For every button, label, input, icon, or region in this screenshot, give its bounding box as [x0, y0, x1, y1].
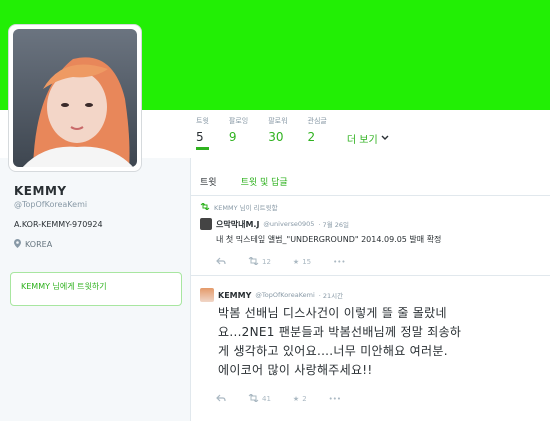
avatar-photo — [13, 29, 137, 167]
stat-value: 5 — [196, 130, 204, 144]
favorite-count: 15 — [302, 258, 312, 266]
more-button[interactable]: 더 보기 — [347, 131, 389, 146]
avatar[interactable] — [200, 218, 212, 230]
retweet-count: 41 — [262, 395, 271, 403]
favorite-count: 2 — [302, 395, 307, 403]
tweet-time[interactable]: · 7월 26일 — [318, 219, 349, 229]
location-pin-icon — [14, 239, 21, 250]
tweet-text-line: 박봄 선배님 디스사건이 이렇게 뜰 줄 몰랐네 — [218, 306, 447, 320]
stat-value: 2 — [307, 130, 316, 144]
tweet-author-name[interactable]: 으막막내M.J — [216, 219, 259, 230]
retweet-text: KEMMY 님이 리트윗함 — [214, 204, 278, 212]
tweet-item[interactable]: KEMMY @TopOfKoreaKemi · 21시간 박봄 선배님 디스사건… — [190, 284, 550, 421]
tweet-author-name[interactable]: KEMMY — [218, 291, 251, 300]
profile-avatar[interactable] — [8, 24, 142, 172]
retweet-icon — [248, 393, 259, 404]
profile-stats: 트윗 5 팔로잉 9 팔로워 30 관심글 2 더 보기 — [196, 116, 389, 150]
tweet-to-user-box[interactable]: KEMMY 님에게 트윗하기 — [10, 272, 182, 306]
favorite-button[interactable]: ★ 15 — [293, 258, 311, 266]
reply-icon[interactable] — [216, 394, 226, 404]
tab-tweets-and-replies[interactable]: 트윗 및 답글 — [241, 175, 288, 188]
favorite-button[interactable]: ★ 2 — [293, 395, 307, 403]
tab-tweets[interactable]: 트윗 — [200, 175, 217, 188]
stat-label: 관심글 — [307, 117, 327, 125]
profile-location: KOREA — [14, 239, 52, 250]
tweet-text-line: 요...2NE1 팬분들과 박봄선배님께 정말 죄송하 — [218, 325, 462, 339]
chevron-down-icon — [381, 133, 389, 144]
stat-label: 트윗 — [196, 117, 209, 125]
tweet-author-handle[interactable]: @TopOfKoreaKemi — [255, 291, 314, 299]
tweet-header: KEMMY @TopOfKoreaKemi · 21시간 — [200, 288, 540, 302]
retweet-indicator: KEMMY 님이 리트윗함 — [200, 201, 540, 212]
tweet-text: 내 첫 믹스테잎 앨범_"UNDERGROUND" 2014.09.05 발매 … — [216, 235, 442, 244]
more-options-icon[interactable]: ••• — [329, 395, 341, 403]
tweet-to-label: KEMMY 님에게 트윗하기 — [21, 282, 107, 291]
star-icon: ★ — [292, 258, 300, 266]
retweet-icon — [200, 201, 210, 212]
reply-icon[interactable] — [216, 257, 226, 267]
timeline-tabs: 트윗 트윗 및 답글 — [190, 168, 550, 196]
retweet-button[interactable]: 41 — [248, 393, 271, 404]
tweet-actions: 12 ★ 15 ••• — [216, 256, 540, 267]
tweet-header: 으막막내M.J @universe0905 · 7월 26일 — [200, 218, 540, 230]
tweet-text-line: 에이코어 많이 사랑해주세요!! — [218, 363, 373, 377]
more-options-icon[interactable]: ••• — [333, 258, 345, 266]
avatar-illustration — [22, 57, 134, 167]
more-label: 더 보기 — [346, 135, 378, 146]
location-text: KOREA — [25, 240, 53, 249]
stat-followers[interactable]: 팔로워 30 — [268, 116, 287, 144]
profile-bio: A.KOR-KEMMY-970924 — [14, 220, 103, 229]
retweet-icon — [248, 256, 259, 267]
retweet-count: 12 — [262, 258, 271, 266]
avatar[interactable] — [200, 288, 214, 302]
stat-following[interactable]: 팔로잉 9 — [229, 116, 248, 144]
stat-label: 팔로워 — [268, 117, 288, 125]
star-icon: ★ — [292, 395, 300, 403]
profile-handle[interactable]: @TopOfKoreaKemi — [14, 200, 87, 209]
stat-value: 9 — [228, 130, 237, 144]
stat-favorites[interactable]: 관심글 2 — [308, 116, 327, 144]
stat-label: 팔로잉 — [228, 117, 249, 125]
retweet-button[interactable]: 12 — [248, 256, 271, 267]
stat-value: 30 — [268, 130, 284, 144]
tweet-time[interactable]: · 21시간 — [319, 290, 343, 300]
stat-tweets[interactable]: 트윗 5 — [196, 116, 209, 150]
tweet-actions: 41 ★ 2 ••• — [216, 393, 540, 404]
tweet-item[interactable]: KEMMY 님이 리트윗함 으막막내M.J @universe0905 · 7월… — [190, 198, 550, 276]
profile-name[interactable]: KEMMY — [14, 184, 67, 198]
tweet-text-line: 게 생각하고 있어요....너무 미안해요 여러분. — [218, 344, 448, 358]
tweet-text: 박봄 선배님 디스사건이 이렇게 뜰 줄 몰랐네 요...2NE1 팬분들과 박… — [218, 304, 540, 380]
tweet-author-handle[interactable]: @universe0905 — [263, 220, 314, 228]
